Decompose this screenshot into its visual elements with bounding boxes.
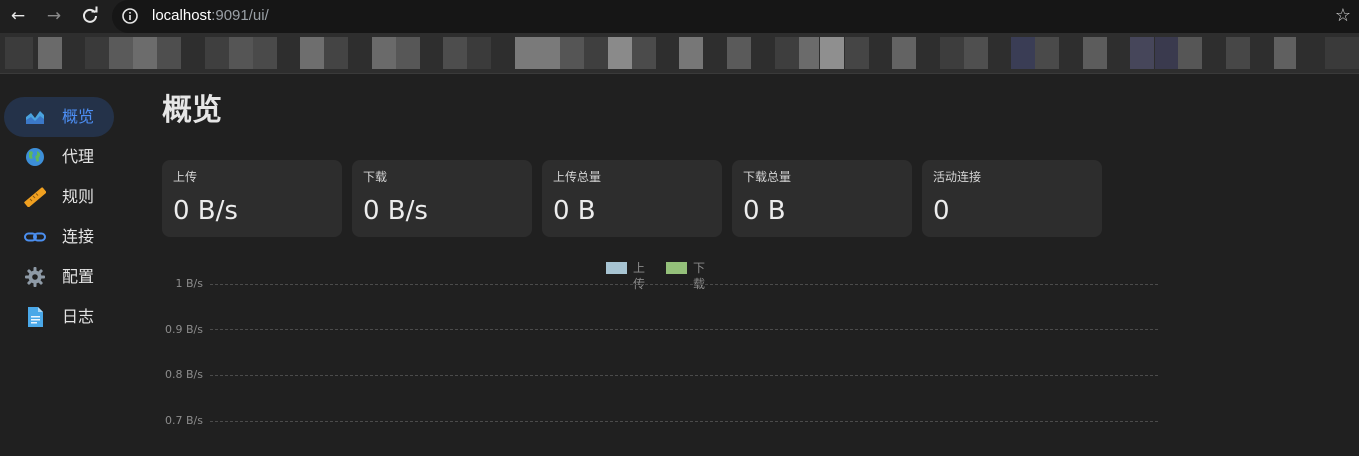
- bookmark-item-blurred[interactable]: [109, 37, 133, 69]
- bookmark-item-blurred[interactable]: [820, 37, 844, 69]
- bookmark-item-blurred[interactable]: [775, 37, 799, 69]
- legend-swatch: [666, 262, 687, 274]
- bookmark-item-blurred[interactable]: [608, 37, 632, 69]
- bookmark-item-blurred[interactable]: [964, 37, 988, 69]
- stat-card-upload: 上传 0 B/s: [162, 160, 342, 237]
- legend-label: 上传: [633, 261, 646, 291]
- url-host: localhost: [152, 7, 212, 24]
- sidebar-item-label: 连接: [62, 227, 95, 246]
- bookmark-item-blurred[interactable]: [38, 37, 62, 69]
- stat-value: 0 B/s: [363, 196, 428, 226]
- bookmark-item-blurred[interactable]: [892, 37, 916, 69]
- bookmark-item-blurred[interactable]: [372, 37, 396, 69]
- bookmark-item-blurred[interactable]: [133, 37, 157, 69]
- url-text[interactable]: localhost:9091/ui/: [152, 7, 269, 25]
- bookmarks-bar: [0, 33, 1359, 73]
- y-tick-label: 1 B/s: [175, 277, 203, 290]
- stat-card-download: 下载 0 B/s: [352, 160, 532, 237]
- bookmark-item-blurred[interactable]: [679, 37, 703, 69]
- y-tick-label: 0.8 B/s: [165, 368, 203, 381]
- sidebar: 概览 代理 规则 连接 配置 日志: [0, 74, 140, 456]
- bookmark-item-blurred[interactable]: [845, 37, 869, 69]
- browser-toolbar: ← → localhost:9091/ui/ ☆: [0, 0, 1359, 33]
- bookmark-item-blurred[interactable]: [396, 37, 420, 69]
- stat-value: 0 B: [553, 196, 596, 226]
- bookmark-item-blurred[interactable]: [1226, 37, 1250, 69]
- stat-card-active-connections: 活动连接 0: [922, 160, 1102, 237]
- url-path: :9091/ui/: [211, 7, 269, 24]
- stat-label: 下载总量: [743, 170, 792, 184]
- grid-line: [210, 375, 1158, 376]
- sidebar-item-label: 规则: [62, 187, 95, 206]
- sidebar-item-label: 代理: [62, 147, 95, 166]
- back-icon[interactable]: ←: [6, 4, 30, 28]
- bookmark-item-blurred[interactable]: [1274, 37, 1296, 69]
- bookmark-item-blurred[interactable]: [799, 37, 819, 69]
- grid-line: [210, 329, 1158, 330]
- bookmark-item-blurred[interactable]: [1083, 37, 1107, 69]
- grid-line: [210, 284, 1158, 285]
- bookmark-item-blurred[interactable]: [1011, 37, 1035, 69]
- bookmark-item-blurred[interactable]: [1130, 37, 1154, 69]
- stat-label: 上传总量: [553, 170, 602, 184]
- stat-value: 0 B: [743, 196, 786, 226]
- bookmark-item-blurred[interactable]: [515, 37, 560, 69]
- bookmark-item-blurred[interactable]: [560, 37, 584, 69]
- bookmark-item-blurred[interactable]: [300, 37, 324, 69]
- bookmark-item-blurred[interactable]: [1178, 37, 1202, 69]
- info-icon[interactable]: [122, 8, 138, 24]
- area-chart-icon: [26, 111, 44, 124]
- bookmark-item-blurred[interactable]: [253, 37, 277, 69]
- bookmark-item-blurred[interactable]: [205, 37, 229, 69]
- stat-label: 上传: [173, 170, 198, 184]
- legend-label: 下载: [693, 261, 706, 291]
- bookmark-item-blurred[interactable]: [5, 37, 33, 69]
- y-tick-label: 0.7 B/s: [165, 414, 203, 427]
- stat-label: 活动连接: [933, 170, 982, 184]
- bookmark-item-blurred[interactable]: [632, 37, 656, 69]
- bookmark-item-blurred[interactable]: [1155, 37, 1179, 69]
- page-title: 概览: [162, 93, 222, 128]
- bookmark-item-blurred[interactable]: [85, 37, 109, 69]
- bookmark-item-blurred[interactable]: [584, 37, 608, 69]
- stat-value: 0 B/s: [173, 196, 238, 226]
- sidebar-item-overview[interactable]: 概览: [4, 97, 114, 137]
- bookmark-item-blurred[interactable]: [1035, 37, 1059, 69]
- ruler-icon: [24, 187, 46, 207]
- stat-card-download-total: 下载总量 0 B: [732, 160, 912, 237]
- bookmark-item-blurred[interactable]: [324, 37, 348, 69]
- sidebar-item-label: 概览: [62, 107, 95, 126]
- bookmark-item-blurred[interactable]: [467, 37, 491, 69]
- toolbar-divider: [0, 73, 1359, 74]
- globe-icon: [26, 148, 44, 166]
- stat-card-upload-total: 上传总量 0 B: [542, 160, 722, 237]
- grid-line: [210, 421, 1158, 422]
- link-icon: [24, 232, 46, 242]
- legend-swatch: [606, 262, 627, 274]
- bookmark-item-blurred[interactable]: [443, 37, 467, 69]
- bookmark-item-blurred[interactable]: [1325, 37, 1359, 69]
- address-bar[interactable]: localhost:9091/ui/ ☆: [112, 0, 1359, 33]
- sidebar-item-connections[interactable]: 连接: [4, 217, 114, 257]
- reload-icon[interactable]: [78, 4, 102, 28]
- stat-label: 下载: [363, 170, 388, 184]
- sidebar-item-proxy[interactable]: 代理: [4, 137, 114, 177]
- bookmark-item-blurred[interactable]: [727, 37, 751, 69]
- y-tick-label: 0.9 B/s: [165, 323, 203, 336]
- sidebar-item-rules[interactable]: 规则: [4, 177, 114, 217]
- bookmark-item-blurred[interactable]: [940, 37, 964, 69]
- forward-icon[interactable]: →: [42, 4, 66, 28]
- bookmark-item-blurred[interactable]: [157, 37, 181, 69]
- bookmark-item-blurred[interactable]: [229, 37, 253, 69]
- stat-value: 0: [933, 196, 950, 226]
- star-icon[interactable]: ☆: [1335, 5, 1351, 27]
